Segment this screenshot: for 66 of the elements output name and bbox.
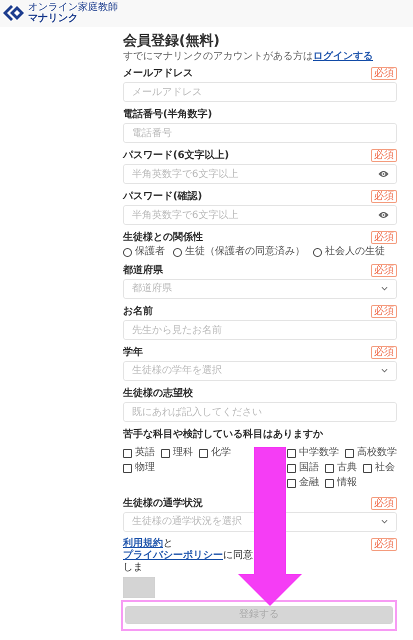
agree-checkbox[interactable] xyxy=(123,577,155,598)
field-label: お名前 xyxy=(123,306,153,318)
checkbox[interactable] xyxy=(325,464,334,472)
password-field[interactable]: 半角英数字で6文字以上 xyxy=(123,164,397,184)
checkbox-label: 化学 xyxy=(211,447,231,459)
checkbox[interactable] xyxy=(123,448,132,458)
select-field[interactable]: 都道府県 xyxy=(123,279,397,299)
checkbox[interactable] xyxy=(345,448,354,458)
checkbox[interactable] xyxy=(287,478,296,488)
radio-label: 保護者 xyxy=(135,246,165,258)
checkbox[interactable] xyxy=(287,448,296,458)
checkbox[interactable] xyxy=(199,448,208,458)
text-field[interactable]: メールアドレス xyxy=(123,82,397,102)
field-label: 都道府県 xyxy=(123,264,163,276)
radio-button[interactable] xyxy=(123,248,132,256)
text-field[interactable]: 電話番号 xyxy=(123,123,397,143)
required-badge: 必須 xyxy=(371,149,397,162)
radio-label: 生徒（保護者の同意済み） xyxy=(185,246,305,258)
required-badge: 必須 xyxy=(371,264,397,277)
checkbox-label: 中学数学 xyxy=(299,447,339,459)
checkbox-label: 古典 xyxy=(337,462,357,474)
required-badge: 必須 xyxy=(371,231,397,244)
field-label: 生徒様との関係性 xyxy=(123,232,203,244)
text-field[interactable]: 既にあれば記入してください xyxy=(123,402,397,422)
password-field[interactable]: 半角英数字で6文字以上 xyxy=(123,205,397,225)
checkbox[interactable] xyxy=(325,478,334,488)
checkbox-label: 英語 xyxy=(135,447,155,459)
field-label: パスワード(確認) xyxy=(123,190,202,202)
field-label: 生徒様の志望校 xyxy=(123,388,193,400)
required-badge: 必須 xyxy=(371,538,397,551)
checkbox-label: 国語 xyxy=(299,462,319,474)
radio-button[interactable] xyxy=(313,248,322,256)
required-badge: 必須 xyxy=(371,346,397,359)
checkbox-label: 社会 xyxy=(375,462,395,474)
login-link[interactable]: ログインする xyxy=(313,51,373,62)
logo-name: マナリンク xyxy=(28,13,79,24)
terms-agreement: 利用規約と プライバシーポリシーに同意しま xyxy=(123,538,254,574)
field-label: メールアドレス xyxy=(123,68,193,80)
required-badge: 必須 xyxy=(371,67,397,80)
text-field[interactable]: 先生から見たお名前 xyxy=(123,320,397,340)
checkbox[interactable] xyxy=(123,464,132,472)
required-badge: 必須 xyxy=(371,497,397,510)
terms-link[interactable]: 利用規約 xyxy=(123,538,163,549)
checkbox[interactable] xyxy=(161,448,170,458)
checkbox[interactable] xyxy=(287,464,296,472)
required-badge: 必須 xyxy=(371,190,397,203)
field-label: 苦手な科目や検討している科目はありますか xyxy=(123,428,323,440)
radio-button[interactable] xyxy=(173,248,182,256)
privacy-policy-link[interactable]: プライバシーポリシー xyxy=(123,550,223,561)
field-label: 生徒様の通学状況 xyxy=(123,498,203,510)
checkbox-label: 金融 xyxy=(299,477,319,489)
field-label: 電話番号(半角数字) xyxy=(123,108,212,120)
field-label: パスワード(6文字以上) xyxy=(123,150,230,162)
checkbox-label: 理科 xyxy=(173,447,193,459)
select-field[interactable]: 生徒様の学年を選択 xyxy=(123,361,397,381)
required-badge: 必須 xyxy=(371,305,397,318)
logo-tagline: オンライン家庭教師 xyxy=(28,2,118,13)
checkbox[interactable] xyxy=(363,464,372,472)
checkbox-label: 情報 xyxy=(337,477,357,489)
checkbox-label: 物理 xyxy=(135,462,155,474)
login-prompt: すでにマナリンクのアカウントがある方はログインする xyxy=(123,51,374,63)
radio-label: 社会人の生徒 xyxy=(325,246,385,258)
form-title: 会員登録(無料) xyxy=(123,33,221,50)
logo-icon xyxy=(3,5,25,21)
field-label: 学年 xyxy=(123,346,143,358)
checkbox-label: 高校数学 xyxy=(357,447,397,459)
